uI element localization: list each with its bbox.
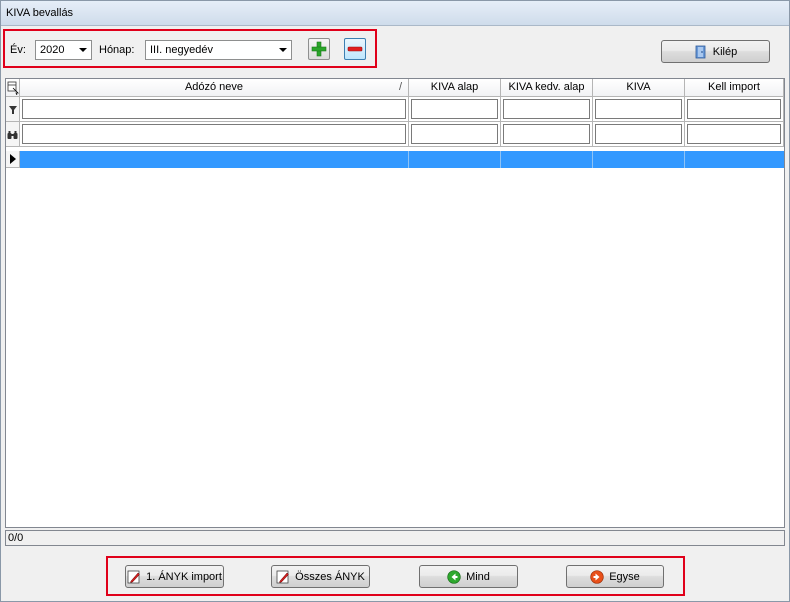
column-header-kiva-base[interactable]: KIVA alap <box>409 79 501 97</box>
table-cell[interactable] <box>593 151 685 168</box>
column-header-kiva[interactable]: KIVA <box>593 79 685 97</box>
column-chooser-icon <box>7 81 19 95</box>
record-counter: 0/0 <box>5 530 785 546</box>
filter-row-indicator <box>6 97 20 122</box>
exit-button[interactable]: Kilép <box>661 40 770 63</box>
search-cell-kiva-base <box>409 122 501 147</box>
select-all-button[interactable]: Mind <box>419 565 518 588</box>
column-header-name-label: Adózó neve <box>184 81 244 93</box>
row-pointer-icon <box>10 154 16 164</box>
door-exit-icon <box>695 45 706 58</box>
month-label: Hónap: <box>99 44 135 56</box>
filter-cell-kiva-base <box>409 97 501 122</box>
filter-input-kiva-base[interactable] <box>411 99 498 119</box>
column-header-import-required[interactable]: Kell import <box>685 79 784 97</box>
current-row-indicator[interactable] <box>6 151 20 168</box>
plus-icon <box>311 41 327 57</box>
exit-button-label: Kilép <box>712 45 738 58</box>
grid-options-button[interactable] <box>6 79 20 97</box>
filter-cell-import-required <box>685 97 784 122</box>
search-cell-kiva <box>593 122 685 147</box>
search-input-kiva-base[interactable] <box>411 124 498 144</box>
all-anyk-label: Összes ÁNYK <box>295 570 365 583</box>
remove-button[interactable] <box>344 38 366 60</box>
year-label: Év: <box>10 44 26 56</box>
record-count-text: 0/0 <box>8 532 24 544</box>
search-cell-import-required <box>685 122 784 147</box>
search-input-name[interactable] <box>22 124 406 144</box>
filter-input-kiva-discount-base[interactable] <box>503 99 590 119</box>
search-cell-kiva-discount-base <box>501 122 593 147</box>
edit-document-icon <box>127 570 140 583</box>
binoculars-icon <box>7 131 18 139</box>
title-bar: KIVA bevallás <box>1 1 789 26</box>
filter-input-name[interactable] <box>22 99 406 119</box>
anyk-import-label: 1. ÁNYK import <box>146 570 222 583</box>
column-header-name[interactable]: Adózó neve / <box>20 79 409 97</box>
all-anyk-button[interactable]: Összes ÁNYK <box>271 565 370 588</box>
column-header-kiva-discount-base[interactable]: KIVA kedv. alap <box>501 79 593 97</box>
arrow-right-icon <box>590 569 604 584</box>
arrow-left-icon <box>447 569 461 584</box>
month-select-value: III. negyedév <box>150 44 213 56</box>
table-cell[interactable] <box>501 151 593 168</box>
filter-input-kiva[interactable] <box>595 99 682 119</box>
search-row-indicator <box>6 122 20 147</box>
year-select[interactable]: 2020 <box>35 40 92 60</box>
search-input-import-required[interactable] <box>687 124 781 144</box>
table-cell[interactable] <box>20 151 409 168</box>
minus-icon <box>347 46 363 52</box>
add-button[interactable] <box>308 38 330 60</box>
filter-cell-kiva <box>593 97 685 122</box>
anyk-import-button[interactable]: 1. ÁNYK import <box>125 565 224 588</box>
select-single-button[interactable]: Egyse <box>566 565 664 588</box>
filter-input-import-required[interactable] <box>687 99 781 119</box>
select-single-label: Egyse <box>609 570 640 583</box>
search-input-kiva-discount-base[interactable] <box>503 124 590 144</box>
month-select[interactable]: III. negyedév <box>145 40 292 60</box>
sort-indicator-icon: / <box>398 81 402 93</box>
filter-cell-kiva-discount-base <box>501 97 593 122</box>
edit-document-icon <box>276 570 290 583</box>
table-cell[interactable] <box>685 151 784 168</box>
filter-cell-name <box>20 97 409 122</box>
search-input-kiva[interactable] <box>595 124 682 144</box>
chevron-down-icon <box>79 48 87 52</box>
chevron-down-icon <box>279 48 287 52</box>
main-window: KIVA bevallás Év: 2020 Hónap: III. negye… <box>0 0 790 602</box>
data-grid[interactable]: Adózó neve / KIVA alap KIVA kedv. alap K… <box>5 78 785 528</box>
window-title: KIVA bevallás <box>6 7 74 19</box>
year-select-value: 2020 <box>40 44 65 56</box>
select-all-label: Mind <box>466 570 490 583</box>
search-cell-name <box>20 122 409 147</box>
filter-funnel-icon <box>9 106 17 114</box>
table-cell[interactable] <box>409 151 501 168</box>
table-row[interactable] <box>20 151 784 168</box>
